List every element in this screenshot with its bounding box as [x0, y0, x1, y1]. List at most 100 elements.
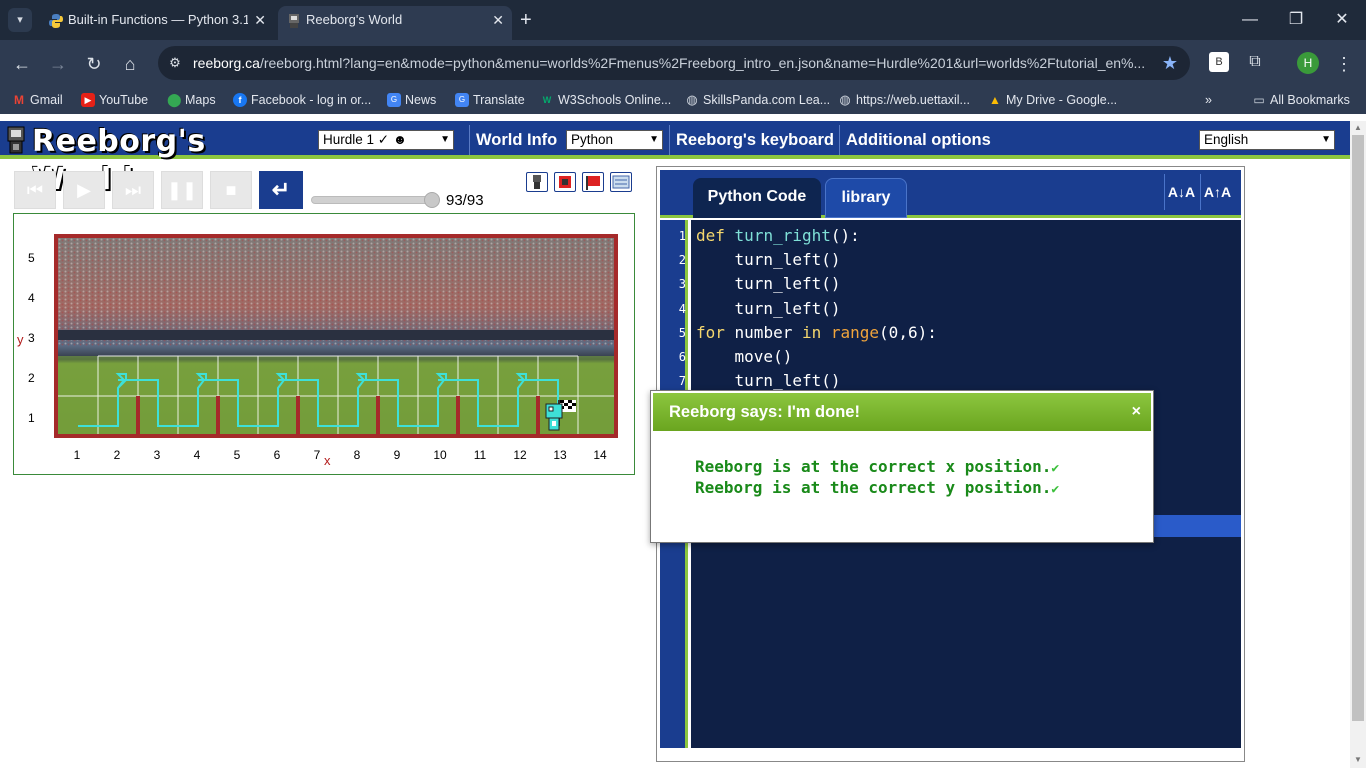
reload-world-button[interactable]: ↵ [259, 171, 303, 209]
new-tab-button[interactable]: + [520, 6, 532, 34]
code-line[interactable]: turn_left() [696, 250, 841, 269]
tab-library[interactable]: library [825, 178, 907, 218]
run-button[interactable]: ▶ [63, 171, 105, 209]
additional-options-button[interactable]: Additional options [846, 121, 991, 159]
diary-icon[interactable] [610, 172, 632, 192]
skip-back-icon: ⏮ [26, 180, 44, 200]
bookmark-star-icon[interactable]: ★ [1162, 46, 1178, 80]
world-edit-icon[interactable] [554, 172, 576, 192]
x-tick-label: 2 [113, 448, 121, 462]
line-number: 1 [678, 229, 686, 243]
x-tick-label: 4 [193, 448, 201, 462]
mode-select[interactable]: Python ▼ [566, 130, 663, 150]
menu-divider [469, 125, 470, 155]
goal-flag-icon[interactable] [582, 172, 604, 192]
translate-icon: G [455, 93, 469, 107]
language-select[interactable]: English ▼ [1199, 130, 1335, 150]
dialog-message: Reeborg is at the correct x position.✔ [695, 457, 1060, 476]
url-text[interactable]: reeborg.ca/reeborg.html?lang=en&mode=pyt… [193, 46, 1153, 80]
menu-divider [839, 125, 840, 155]
pause-button[interactable]: ❚❚ [161, 171, 203, 209]
code-line[interactable]: move() [696, 347, 793, 366]
bookmark-gmail[interactable]: M Gmail [12, 91, 63, 109]
bookmarks-overflow-icon[interactable]: » [1205, 91, 1212, 109]
scroll-down-icon[interactable]: ▼ [1354, 755, 1362, 764]
bookmark-translate[interactable]: G Translate [455, 91, 525, 109]
bookmark-facebook[interactable]: f Facebook - log in or... [233, 91, 371, 109]
scroll-up-icon[interactable]: ▲ [1354, 123, 1362, 132]
tab-label: Built-in Functions — Python 3.1 [68, 12, 248, 27]
chevron-down-icon: ▼ [440, 134, 450, 145]
code-line[interactable]: for number in range(0,6): [696, 323, 937, 342]
scrollbar-thumb[interactable] [1352, 135, 1364, 721]
tab-python-docs[interactable]: Built-in Functions — Python 3.1 ✕ [40, 6, 274, 40]
dialog-title-bar: Reeborg says: I'm done! × [653, 393, 1151, 431]
step-slider[interactable] [311, 196, 437, 204]
extensions-puzzle-icon[interactable]: ⧉ [1245, 52, 1265, 72]
reload-icon[interactable]: ↻ [80, 50, 108, 78]
profile-avatar[interactable]: H [1297, 52, 1319, 74]
line-number: 5 [678, 326, 686, 340]
line-number: 3 [678, 277, 686, 291]
stadium-background [58, 238, 614, 434]
close-icon[interactable]: × [1132, 393, 1141, 431]
code-line[interactable]: turn_left() [696, 299, 841, 318]
y-tick-label: 3 [28, 331, 35, 345]
dialog-message: Reeborg is at the correct y position.✔ [695, 478, 1060, 497]
python-logo-icon [49, 14, 63, 28]
code-line[interactable]: turn_left() [696, 371, 841, 390]
reverse-step-button[interactable]: ⏮ [14, 171, 56, 209]
browser-toolbar: ← → ↻ ⌂ ⚙ reeborg.ca/reeborg.html?lang=e… [0, 40, 1366, 86]
close-tab-icon[interactable]: ✕ [492, 6, 504, 34]
robot-face-icon: ☻ [389, 132, 408, 147]
address-bar[interactable]: ⚙ reeborg.ca/reeborg.html?lang=en&mode=p… [158, 46, 1190, 80]
folder-icon: ▭ [1253, 93, 1265, 107]
line-number: 6 [678, 350, 686, 364]
done-dialog: Reeborg says: I'm done! × Reeborg is at … [650, 390, 1154, 543]
globe-icon: ◍ [839, 92, 851, 107]
bookmark-youtube[interactable]: ▶ YouTube [81, 91, 148, 109]
bookmarks-bar: M Gmail ▶ YouTube ⬤ Maps f Facebook - log in… [0, 86, 1366, 114]
stop-button[interactable]: ■ [210, 171, 252, 209]
page-scrollbar[interactable]: ▲ ▼ [1350, 121, 1366, 768]
bookmark-uettaxila[interactable]: ◍ https://web.uettaxil... [838, 91, 970, 109]
drive-icon: ▲ [989, 93, 1001, 107]
gmail-icon: M [14, 93, 24, 107]
close-tab-icon[interactable]: ✕ [254, 6, 266, 34]
increase-font-button[interactable]: A↑A [1200, 174, 1234, 210]
decrease-font-button[interactable]: A↓A [1164, 174, 1198, 210]
bookmark-skillspanda[interactable]: ◍ SkillsPanda.com Lea... [685, 91, 830, 109]
bookmark-news[interactable]: G News [387, 91, 436, 109]
x-tick-label: 10 [433, 448, 447, 462]
code-line[interactable]: def turn_right(): [696, 226, 860, 245]
back-arrow-icon[interactable]: ← [8, 50, 36, 78]
close-window-icon[interactable]: ✕ [1322, 6, 1362, 34]
robot-tool-icon[interactable] [526, 172, 548, 192]
code-line[interactable]: turn_left() [696, 274, 841, 293]
world-select[interactable]: Hurdle 1 ✓ ☻ ▼ [318, 130, 454, 150]
tab-reeborg[interactable]: Reeborg's World ✕ [278, 6, 512, 40]
checkmark-icon: ✔ [1051, 461, 1060, 476]
bookmark-drive[interactable]: ▲ My Drive - Google... [988, 91, 1117, 109]
forward-arrow-icon[interactable]: → [44, 50, 72, 78]
bookmark-maps[interactable]: ⬤ Maps [167, 91, 216, 109]
more-menu-icon[interactable]: ⋮ [1330, 50, 1358, 78]
step-button[interactable]: ⏭ [112, 171, 154, 209]
all-bookmarks[interactable]: ▭ All Bookmarks [1252, 91, 1350, 109]
minimize-icon[interactable]: — [1230, 6, 1270, 34]
keyboard-button[interactable]: Reeborg's keyboard [676, 121, 834, 159]
y-tick-label: 5 [28, 251, 35, 265]
line-number: 2 [678, 253, 686, 267]
y-tick-label: 1 [28, 411, 35, 425]
step-counter: 93/93 [446, 192, 484, 209]
tab-search-button[interactable]: ▾ [8, 8, 32, 32]
bookmark-w3schools[interactable]: W W3Schools Online... [540, 91, 672, 109]
site-info-icon[interactable]: ⚙ [166, 54, 184, 72]
home-icon[interactable]: ⌂ [116, 50, 144, 78]
step-slider-handle[interactable] [424, 192, 440, 208]
chevron-down-icon: ▼ [649, 134, 659, 145]
restore-icon[interactable]: ❐ [1276, 6, 1316, 34]
world-info-button[interactable]: World Info [476, 121, 557, 159]
extension-b-icon[interactable]: B [1209, 52, 1229, 72]
tab-python-code[interactable]: Python Code [693, 178, 821, 218]
